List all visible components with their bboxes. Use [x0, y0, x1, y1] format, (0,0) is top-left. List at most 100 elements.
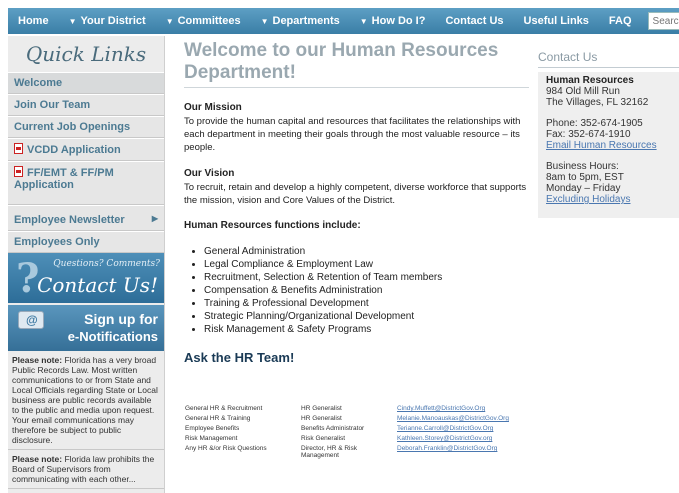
- team-email-cell: Deborah.Franklin@DistrictGov.Org: [397, 445, 513, 462]
- team-email-link[interactable]: Melanie.Manoauskas@DistrictGov.Org: [397, 415, 509, 422]
- list-item: General Administration: [204, 245, 529, 258]
- search-input[interactable]: [647, 12, 679, 30]
- address-line1: 984 Old Mill Run: [546, 86, 620, 97]
- team-role: HR Generalist: [301, 415, 342, 422]
- sidebar-item-label: Employee Newsletter: [14, 214, 125, 226]
- caret-down-icon: ▼: [359, 16, 368, 26]
- email-icon: [18, 311, 44, 329]
- sidebar-item-label: Current Job Openings: [14, 121, 131, 133]
- functions-list: General Administration Legal Compliance …: [204, 245, 529, 336]
- pdf-icon: [14, 143, 23, 154]
- vision-heading: Our Vision: [184, 168, 235, 179]
- sidebar-item-current-job-openings[interactable]: Current Job Openings: [8, 116, 164, 138]
- note-label: Please note:: [12, 355, 63, 365]
- hours-value: 8am to 5pm, EST: [546, 172, 624, 183]
- sidebar-item-vcdd-application[interactable]: VCDD Application: [8, 138, 164, 161]
- team-role: Director, HR & Risk Management: [301, 445, 357, 459]
- list-item: Recruitment, Selection & Retention of Te…: [204, 271, 529, 284]
- phone-number: Phone: 352-674-1905: [546, 118, 643, 129]
- table-row: General HR & Recruitment HR Generalist Cin…: [185, 405, 513, 415]
- team-email-cell: Kathleen.Storey@DistrictGov.org: [397, 435, 513, 445]
- hr-team-table: General HR & Recruitment HR Generalist Cin…: [185, 405, 513, 462]
- team-role: Risk Generalist: [301, 435, 346, 442]
- caret-down-icon: ▼: [260, 16, 269, 26]
- team-area: Risk Management: [185, 435, 238, 442]
- question-mark-icon: ?: [16, 255, 40, 302]
- team-area: Employee Benefits: [185, 425, 240, 432]
- note-text: Florida has a very broad Public Records …: [12, 355, 158, 445]
- nav-home[interactable]: Home: [8, 8, 59, 34]
- sidebar-item-welcome[interactable]: Welcome: [8, 72, 164, 94]
- team-email-link[interactable]: Deborah.Franklin@DistrictGov.Org: [397, 445, 497, 452]
- team-email-link[interactable]: Cindy.Muffett@DistrictGov.Org: [397, 405, 485, 412]
- nav-label: Your District: [80, 14, 146, 27]
- nav-contact-us[interactable]: Contact Us: [435, 8, 513, 34]
- sidebar-item-join-our-team[interactable]: Join Our Team: [8, 94, 164, 116]
- main-content: Welcome to our Human Resources Departmen…: [184, 40, 529, 365]
- days-value: Monday – Friday: [546, 183, 621, 194]
- ask-hr-team-heading: Ask the HR Team!: [184, 350, 295, 365]
- nav-label: Contact Us: [445, 15, 504, 27]
- team-email-link[interactable]: Terianne.Carroll@DistrictGov.Org: [397, 425, 493, 432]
- nav-label: How Do I?: [371, 14, 426, 27]
- contact-title: Contact Us: [538, 50, 679, 68]
- table-row: Risk Management Risk Generalist Kathleen.S…: [185, 435, 513, 445]
- list-item: Compensation & Benefits Administration: [204, 284, 529, 297]
- contact-banner-subtitle: Questions? Comments?: [53, 259, 160, 269]
- address-line2: The Villages, FL 32162: [546, 97, 649, 108]
- nav-label: FAQ: [608, 15, 632, 27]
- list-item: Risk Management & Safety Programs: [204, 323, 529, 336]
- list-item: Strategic Planning/Organizational Develo…: [204, 310, 529, 323]
- top-navigation: Home ▼ Your District ▼ Committees ▼ Departm…: [8, 8, 679, 34]
- contact-us-banner[interactable]: ? Questions? Comments? Contact Us!: [8, 253, 164, 303]
- contact-banner-title: Contact Us!: [37, 273, 158, 297]
- team-role: Benefits Administrator: [301, 425, 365, 432]
- sidebar-item-employees-only[interactable]: Employees Only: [8, 231, 164, 253]
- sidebar-item-label: VCDD Application: [27, 144, 121, 156]
- table-row: Employee Benefits Benefits Administrator T…: [185, 425, 513, 435]
- mission-heading: Our Mission: [184, 102, 242, 113]
- team-area: Any HR &/or Risk Questions: [185, 445, 267, 452]
- functions-heading: Human Resources functions include:: [184, 220, 361, 231]
- public-records-note: Please note: Florida has a very broad Pu…: [8, 351, 164, 450]
- nav-label: Committees: [177, 14, 241, 27]
- nav-label: Home: [18, 15, 49, 27]
- nav-your-district[interactable]: ▼ Your District: [59, 8, 156, 34]
- sunshine-law-note: Please note: Florida law prohibits the B…: [8, 450, 164, 489]
- e-notifications-banner[interactable]: Sign up for e-Notifications: [8, 305, 164, 351]
- sidebar-item-ff-emt-application[interactable]: FF/EMT & FF/PM Application: [8, 161, 164, 205]
- nav-departments[interactable]: ▼ Departments: [251, 8, 350, 34]
- sidebar-item-label: FF/EMT & FF/PM Application: [14, 167, 114, 191]
- page-title: Welcome to our Human Resources Departmen…: [184, 40, 529, 88]
- team-area: General HR & Training: [185, 415, 251, 422]
- quick-links-title: Quick Links: [25, 42, 147, 66]
- hours-label: Business Hours:: [546, 161, 619, 172]
- email-hr-link[interactable]: Email Human Resources: [546, 140, 657, 151]
- caret-down-icon: ▼: [68, 16, 77, 26]
- list-item: Legal Compliance & Employment Law: [204, 258, 529, 271]
- signup-line2: e-Notifications: [67, 329, 158, 344]
- team-role: HR Generalist: [301, 405, 342, 412]
- signup-line1: Sign up for: [84, 311, 158, 327]
- sidebar-item-label: Welcome: [14, 77, 63, 89]
- team-email-link[interactable]: Kathleen.Storey@DistrictGov.org: [397, 435, 492, 442]
- quick-links-sidebar: Quick Links Welcome Join Our Team Curren…: [8, 36, 165, 493]
- department-name: Human Resources: [546, 75, 634, 86]
- list-item: Training & Professional Development: [204, 297, 529, 310]
- note-label: Please note:: [12, 454, 63, 464]
- nav-useful-links[interactable]: Useful Links: [514, 8, 599, 34]
- holidays-link[interactable]: Excluding Holidays: [546, 194, 631, 205]
- sidebar-item-employee-newsletter[interactable]: ▶ Employee Newsletter: [8, 205, 164, 231]
- nav-faq[interactable]: FAQ: [599, 8, 642, 34]
- vision-text: To recruit, retain and develop a highly …: [184, 182, 527, 206]
- table-row: General HR & Training HR Generalist Melani…: [185, 415, 513, 425]
- nav-how-do-i[interactable]: ▼ How Do I?: [350, 8, 436, 34]
- pdf-icon: [14, 166, 23, 177]
- nav-committees[interactable]: ▼ Committees: [156, 8, 251, 34]
- table-row: Any HR &/or Risk Questions Director, HR &…: [185, 445, 513, 462]
- contact-us-panel: Contact Us Human Resources 984 Old Mill …: [538, 50, 679, 218]
- nav-label: Departments: [272, 14, 340, 27]
- team-email-cell: Cindy.Muffett@DistrictGov.Org: [397, 405, 513, 415]
- mission-text: To provide the human capital and resourc…: [184, 116, 521, 153]
